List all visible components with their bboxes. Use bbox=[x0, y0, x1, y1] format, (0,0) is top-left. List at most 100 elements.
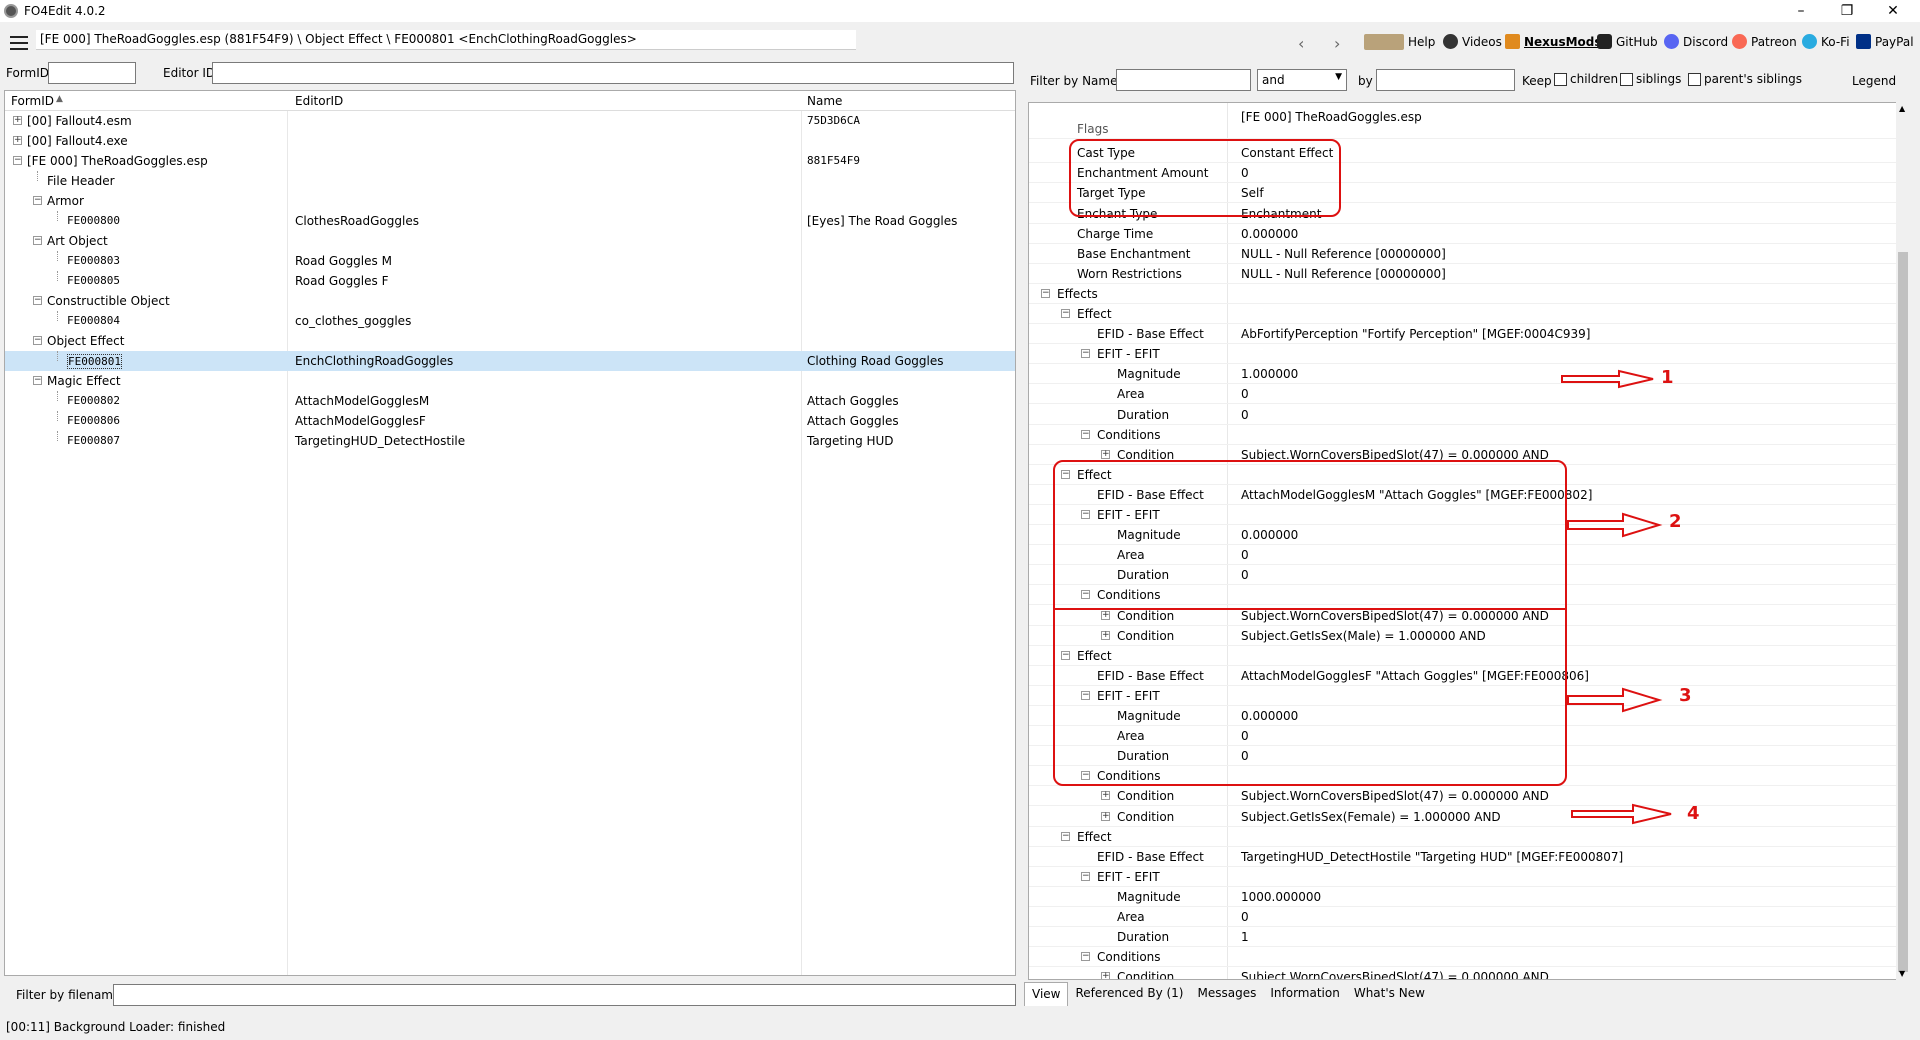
siblings-checkbox[interactable]: siblings bbox=[1620, 72, 1681, 86]
expand-icon[interactable]: + bbox=[13, 116, 22, 125]
collapse-icon[interactable]: − bbox=[33, 196, 42, 205]
kofi-link[interactable]: Ko-Fi bbox=[1802, 34, 1850, 49]
record-view-scrollbar[interactable]: ▲ ▼ bbox=[1896, 102, 1910, 980]
record-field-row[interactable]: − Effect bbox=[1029, 827, 1899, 847]
record-field-row[interactable]: EFID - Base Effect TargetingHUD_DetectHos… bbox=[1029, 847, 1899, 867]
paypal-link[interactable]: PayPal bbox=[1856, 34, 1914, 49]
minimize-button[interactable]: – bbox=[1778, 0, 1824, 22]
nexusmods-link[interactable]: NexusMods bbox=[1505, 34, 1602, 49]
collapse-icon[interactable]: − bbox=[1081, 871, 1090, 881]
record-field-row[interactable]: Duration 1 bbox=[1029, 927, 1899, 948]
tree-row[interactable]: + [00] Fallout4.esm 75D3D6CA bbox=[5, 111, 1015, 131]
tab-messages[interactable]: Messages bbox=[1191, 982, 1264, 1006]
by-value-input[interactable] bbox=[1376, 69, 1515, 91]
tree-row[interactable]: − Art Object bbox=[5, 231, 1015, 251]
restore-button[interactable]: ❐ bbox=[1824, 0, 1870, 22]
legend-button[interactable]: Legend bbox=[1852, 74, 1896, 88]
collapse-icon[interactable]: − bbox=[33, 336, 42, 345]
forward-arrow-icon[interactable]: › bbox=[1334, 34, 1340, 53]
book-icon bbox=[1364, 34, 1404, 50]
scroll-up-icon[interactable]: ▲ bbox=[1899, 104, 1905, 113]
record-field-row[interactable]: − Effects bbox=[1029, 284, 1899, 304]
collapse-icon[interactable]: − bbox=[1081, 349, 1090, 359]
tree-row[interactable]: FE000802 AttachModelGogglesM Attach Goggle… bbox=[5, 391, 1015, 411]
filename-filter-input[interactable] bbox=[113, 984, 1016, 1006]
expand-icon[interactable]: + bbox=[1101, 811, 1110, 821]
record-field-row[interactable]: Worn Restrictions NULL - Null Reference [… bbox=[1029, 264, 1899, 284]
expand-icon[interactable]: + bbox=[1101, 791, 1110, 801]
collapse-icon[interactable]: − bbox=[1041, 288, 1050, 298]
record-field-row[interactable]: − EFIT - EFIT bbox=[1029, 344, 1899, 365]
field-value: Subject.GetIsSex(Female) = 1.000000 AND bbox=[1241, 809, 1501, 824]
record-view[interactable]: [FE 000] TheRoadGoggles.esp Flags Cast Ty… bbox=[1028, 102, 1910, 980]
tab-view[interactable]: View bbox=[1024, 982, 1069, 1006]
scroll-down-icon[interactable]: ▼ bbox=[1899, 969, 1905, 978]
back-arrow-icon[interactable]: ‹ bbox=[1298, 34, 1304, 53]
expand-icon[interactable]: + bbox=[1101, 972, 1110, 979]
tree-row[interactable]: FE000805 Road Goggles F bbox=[5, 271, 1015, 291]
record-field-row[interactable]: − Conditions bbox=[1029, 425, 1899, 445]
record-field-row[interactable]: Duration 0 bbox=[1029, 405, 1899, 425]
tree-row[interactable]: FE000800 ClothesRoadGoggles [Eyes] The Roa… bbox=[5, 211, 1015, 231]
column-name[interactable]: Name bbox=[807, 94, 842, 108]
tree-row[interactable]: FE000801 EnchClothingRoadGoggles Clothing … bbox=[5, 351, 1015, 371]
parents-siblings-checkbox[interactable]: parent's siblings bbox=[1688, 72, 1802, 86]
record-field-row[interactable]: + Condition Subject.WornCoversBipedSlot(47… bbox=[1029, 786, 1899, 807]
tree-row[interactable]: − [FE 000] TheRoadGoggles.esp 881F54F9 bbox=[5, 151, 1015, 171]
column-editorid[interactable]: EditorID bbox=[295, 94, 343, 108]
tree-row[interactable]: − Constructible Object bbox=[5, 291, 1015, 311]
record-field-row[interactable]: EFID - Base Effect AbFortifyPerception "F… bbox=[1029, 324, 1899, 345]
collapse-icon[interactable]: − bbox=[33, 296, 42, 305]
tab-whats-new[interactable]: What's New bbox=[1347, 982, 1432, 1006]
tab-referenced-by[interactable]: Referenced By (1) bbox=[1068, 982, 1190, 1006]
discord-link[interactable]: Discord bbox=[1664, 34, 1728, 49]
record-field-row[interactable]: + Condition Subject.WornCoversBipedSlot(47… bbox=[1029, 967, 1899, 979]
close-button[interactable]: ✕ bbox=[1870, 0, 1916, 22]
collapse-icon[interactable]: − bbox=[1081, 429, 1090, 439]
record-field-row[interactable]: Area 0 bbox=[1029, 384, 1899, 405]
tree-row[interactable]: FE000803 Road Goggles M bbox=[5, 251, 1015, 271]
collapse-icon[interactable]: − bbox=[33, 236, 42, 245]
record-field-row[interactable]: − EFIT - EFIT bbox=[1029, 867, 1899, 887]
record-field-row[interactable]: Base Enchantment NULL - Null Reference [0… bbox=[1029, 244, 1899, 264]
column-formid[interactable]: FormID bbox=[11, 94, 54, 108]
expand-icon[interactable]: + bbox=[1101, 449, 1110, 459]
children-checkbox[interactable]: children bbox=[1554, 72, 1618, 86]
record-field-row[interactable]: Flags bbox=[1029, 119, 1899, 140]
record-field-row[interactable]: − Conditions bbox=[1029, 947, 1899, 968]
tab-information[interactable]: Information bbox=[1263, 982, 1346, 1006]
collapse-icon[interactable]: − bbox=[33, 376, 42, 385]
tree-row[interactable]: + [00] Fallout4.exe bbox=[5, 131, 1015, 151]
menu-icon[interactable] bbox=[10, 36, 28, 50]
record-field-row[interactable]: + Condition Subject.GetIsSex(Female) = 1.0… bbox=[1029, 807, 1899, 827]
expand-icon[interactable]: + bbox=[13, 136, 22, 145]
field-value: 1.000000 bbox=[1241, 367, 1299, 382]
help-link[interactable]: Help bbox=[1364, 34, 1435, 50]
and-or-select[interactable]: and ▼ bbox=[1257, 69, 1347, 91]
videos-link[interactable]: Videos bbox=[1443, 34, 1502, 49]
github-link[interactable]: GitHub bbox=[1597, 34, 1658, 49]
filter-by-name-input[interactable] bbox=[1116, 69, 1251, 91]
collapse-icon[interactable]: − bbox=[1061, 309, 1070, 318]
tree-row[interactable]: File Header bbox=[5, 171, 1015, 191]
tree-row[interactable]: FE000807 TargetingHUD_DetectHostile Target… bbox=[5, 431, 1015, 451]
tree-row[interactable]: − Object Effect bbox=[5, 331, 1015, 351]
patreon-link[interactable]: Patreon bbox=[1732, 34, 1797, 49]
record-field-row[interactable]: − Effect bbox=[1029, 304, 1899, 324]
scroll-thumb[interactable] bbox=[1898, 252, 1908, 972]
collapse-icon[interactable]: − bbox=[1061, 831, 1070, 841]
record-field-row[interactable]: Magnitude 1000.000000 bbox=[1029, 887, 1899, 907]
collapse-icon[interactable]: − bbox=[13, 156, 22, 165]
record-field-row[interactable]: Magnitude 1.000000 bbox=[1029, 364, 1899, 385]
tree-row[interactable]: − Magic Effect bbox=[5, 371, 1015, 391]
formid-input[interactable] bbox=[48, 62, 136, 84]
record-field-row[interactable]: Charge Time 0.000000 bbox=[1029, 224, 1899, 244]
tree-row[interactable]: − Armor bbox=[5, 191, 1015, 211]
collapse-icon[interactable]: − bbox=[1081, 952, 1090, 962]
tree-row[interactable]: FE000804 co_clothes_goggles bbox=[5, 311, 1015, 331]
editorid-input[interactable] bbox=[212, 62, 1014, 84]
field-label: Area bbox=[1117, 387, 1145, 402]
record-field-row[interactable]: Area 0 bbox=[1029, 907, 1899, 927]
record-tree[interactable]: FormID ▲ EditorID Name + [00] Fallout4.es… bbox=[4, 90, 1016, 976]
tree-row[interactable]: FE000806 AttachModelGogglesF Attach Goggle… bbox=[5, 411, 1015, 431]
